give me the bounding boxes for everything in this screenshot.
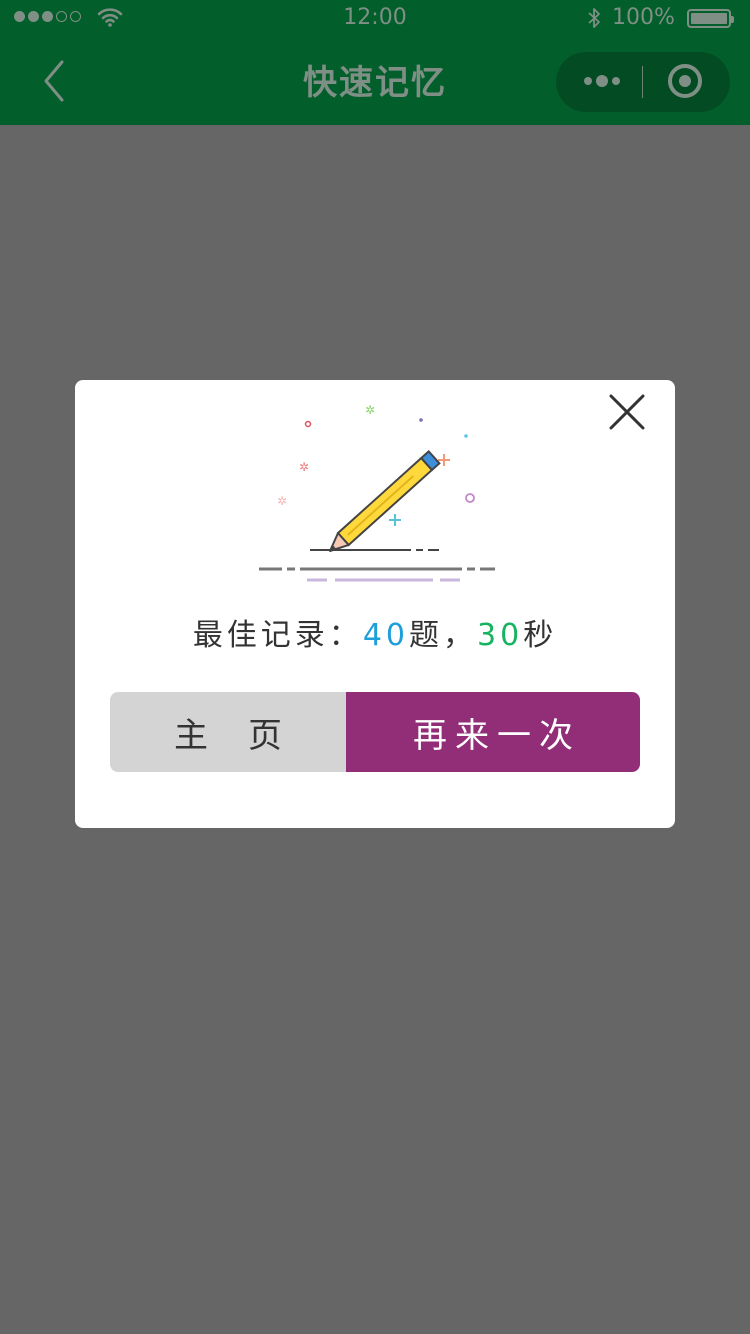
result-dialog: ✲ ✲ ✲ 最佳记录：40题，30秒 主页 再来一次 bbox=[75, 380, 675, 828]
close-button[interactable] bbox=[607, 392, 647, 432]
more-button[interactable] bbox=[556, 52, 642, 112]
target-circle-icon bbox=[668, 64, 702, 98]
svg-text:✲: ✲ bbox=[365, 403, 375, 417]
status-bar: 12:00 100% bbox=[0, 0, 750, 38]
svg-text:✲: ✲ bbox=[277, 494, 287, 508]
best-record: 最佳记录：40题，30秒 bbox=[75, 610, 675, 654]
battery-percentage: 100% bbox=[612, 5, 675, 30]
top-bar: 12:00 100% 快速记忆 bbox=[0, 0, 750, 125]
home-button[interactable]: 主页 bbox=[110, 692, 346, 772]
seconds-unit: 秒 bbox=[523, 618, 558, 653]
mini-program-capsule bbox=[556, 52, 730, 112]
questions-unit: 题， bbox=[409, 618, 477, 653]
seconds-count: 30 bbox=[477, 618, 524, 653]
svg-text:✲: ✲ bbox=[299, 460, 309, 474]
dialog-actions: 主页 再来一次 bbox=[110, 692, 640, 772]
close-icon bbox=[609, 394, 645, 430]
more-dots-icon bbox=[584, 75, 620, 87]
questions-count: 40 bbox=[362, 618, 409, 653]
retry-button[interactable]: 再来一次 bbox=[346, 692, 640, 772]
best-record-label: 最佳记录： bbox=[192, 618, 363, 653]
capsule-divider bbox=[642, 66, 643, 98]
battery-icon bbox=[687, 9, 734, 28]
pencil-illustration: ✲ ✲ ✲ bbox=[259, 403, 495, 582]
bluetooth-icon bbox=[588, 8, 600, 28]
exit-button[interactable] bbox=[644, 52, 730, 112]
